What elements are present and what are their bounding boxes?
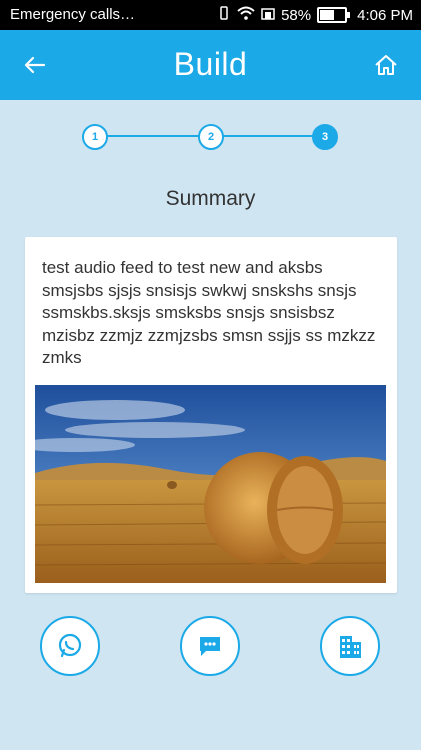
status-icons: 58% 4:06 PM (217, 6, 413, 24)
home-icon (375, 55, 397, 75)
summary-card: test audio feed to test new and aksbs sm… (25, 237, 397, 593)
whatsapp-button[interactable] (40, 616, 100, 676)
app-bar: Build (0, 30, 421, 100)
message-icon (200, 637, 220, 656)
battery-icon (317, 7, 351, 23)
step-2[interactable]: 2 (198, 124, 224, 150)
summary-text: test audio feed to test new and aksbs sm… (42, 258, 376, 367)
message-button[interactable] (180, 616, 240, 676)
page-title: Build (173, 46, 248, 82)
clock: 4:06 PM (357, 6, 413, 24)
status-bar: Emergency calls… 58% 4:06 PM (0, 0, 421, 30)
battery-percent: 58% (281, 6, 312, 24)
summary-title: Summary (165, 187, 256, 210)
building-button[interactable] (320, 616, 380, 676)
whatsapp-icon (58, 633, 82, 658)
progress-stepper: 1 2 3 (82, 122, 342, 150)
summary-image (35, 385, 386, 583)
share-actions (0, 616, 421, 680)
building-icon (340, 636, 361, 658)
vibrate-icon (217, 6, 231, 24)
step-1[interactable]: 1 (82, 124, 108, 150)
signal-icon (261, 6, 275, 24)
notification-text: Emergency calls… (10, 6, 136, 23)
home-button[interactable] (369, 48, 403, 82)
wifi-icon (237, 6, 255, 24)
step-3[interactable]: 3 (312, 124, 338, 150)
